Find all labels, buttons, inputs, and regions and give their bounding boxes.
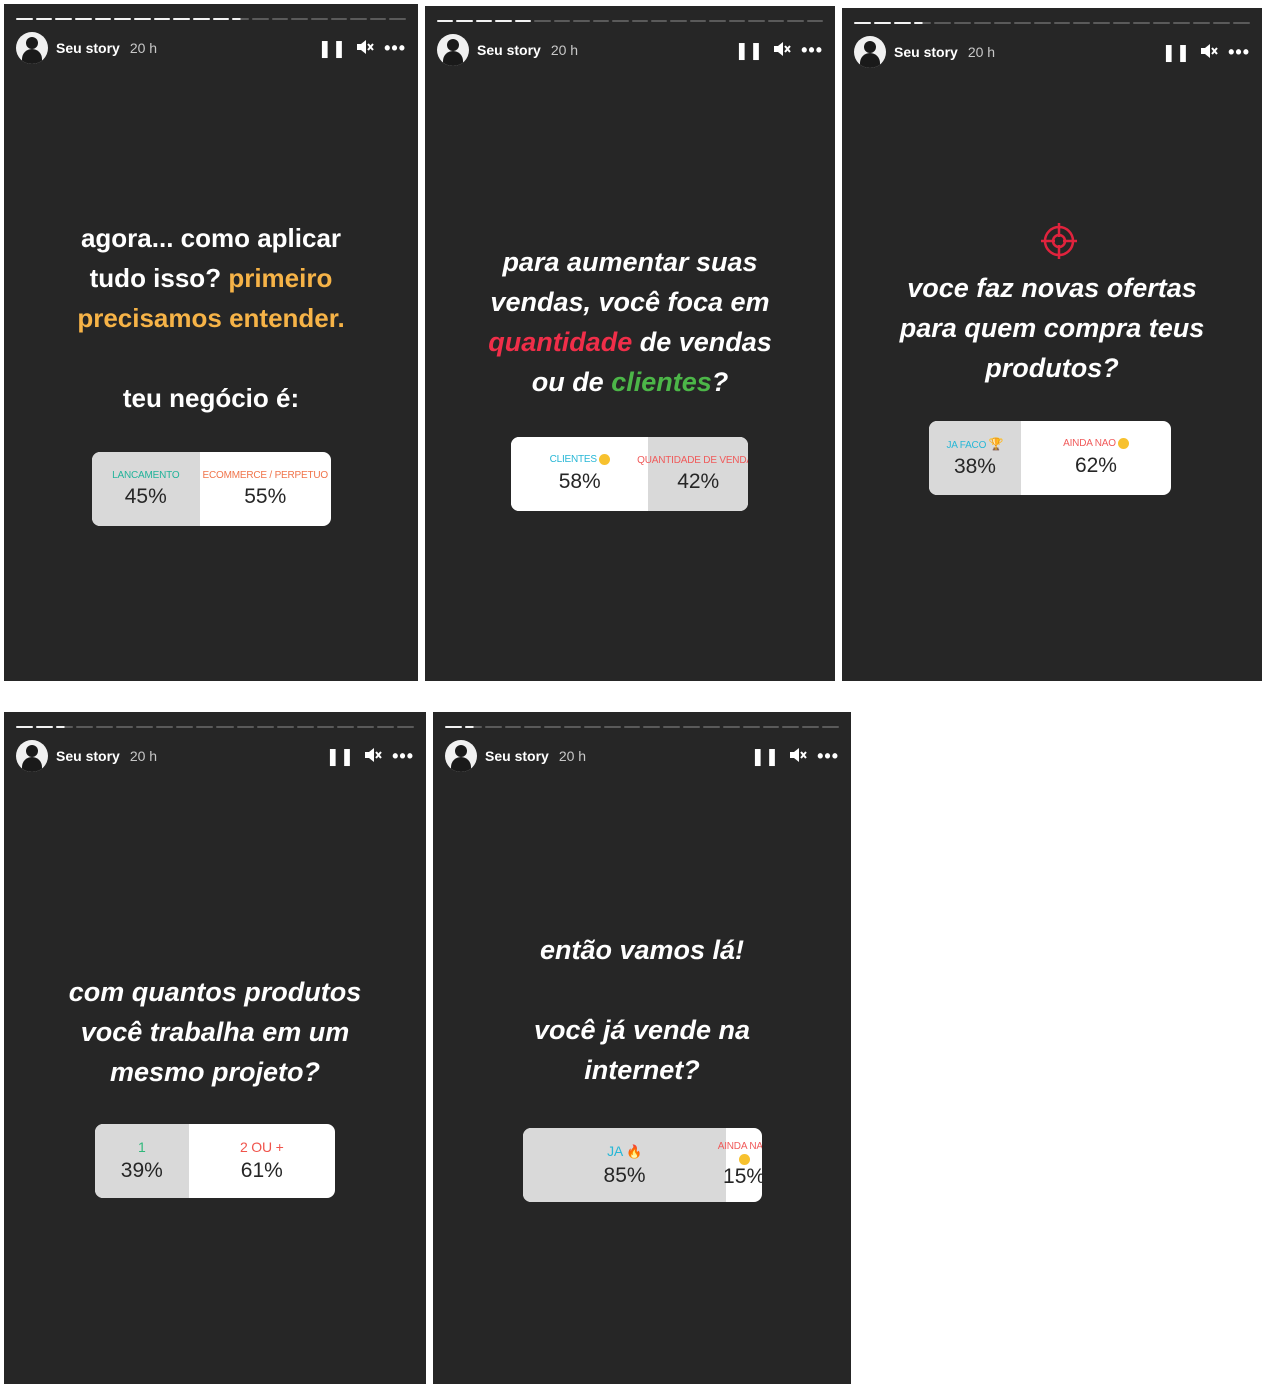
poll-option-b[interactable]: QUANTIDADE DE VENDAS 42% [637, 437, 748, 511]
story-username[interactable]: Seu story [477, 42, 541, 58]
pause-icon[interactable]: ❚❚ [751, 748, 780, 765]
poll-option-b[interactable]: ECOMMERCE / PERPETUO 55% [200, 452, 331, 526]
trophy-icon: 🏆 [988, 437, 1004, 451]
avatar[interactable] [854, 36, 886, 68]
poll-sticker[interactable]: CLIENTES 58% QUANTIDADE DE VENDAS 42% [511, 437, 748, 511]
poll-option-a[interactable]: LANCAMENTO 45% [92, 452, 200, 526]
story-progress-bar [854, 22, 1251, 24]
poll-sticker[interactable]: JA 🔥 85% AINDA NAO 15% [523, 1128, 762, 1202]
grin-emoji-icon [1117, 438, 1129, 450]
poll-option-b[interactable]: 2 OU + 61% [189, 1124, 335, 1198]
more-options-icon[interactable]: ••• [392, 747, 414, 765]
story-text: com quantos produtos você trabalha em um… [68, 977, 362, 1087]
more-options-icon[interactable]: ••• [384, 39, 406, 57]
poll-option-a[interactable]: CLIENTES 58% [511, 437, 648, 511]
target-icon [1040, 222, 1078, 265]
avatar[interactable] [16, 32, 48, 64]
avatar[interactable] [16, 740, 48, 772]
poll-option-b[interactable]: AINDA NAO 15% [718, 1128, 762, 1202]
story-time: 20 h [129, 40, 158, 56]
story-text: para aumentar suas vendas, você foca em … [488, 247, 772, 397]
story-username[interactable]: Seu story [56, 748, 120, 764]
story-progress-bar [445, 726, 839, 728]
story-progress-bar [16, 18, 407, 20]
story-header: Seu story 20 h ❚❚ ••• [445, 740, 839, 772]
story-header: Seu story 20 h ❚❚ ••• [16, 740, 414, 772]
grin-emoji-icon [738, 1154, 750, 1165]
poll-option-a[interactable]: JA FACO 🏆 38% [929, 421, 1021, 495]
story-time: 20 h [550, 42, 579, 58]
story-panel-2[interactable]: Seu story 20 h ❚❚ ••• para aumentar suas… [425, 6, 835, 681]
story-username[interactable]: Seu story [56, 40, 120, 56]
fire-icon: 🔥 [626, 1143, 642, 1159]
avatar[interactable] [437, 34, 469, 66]
mute-icon[interactable] [364, 747, 382, 766]
story-header: Seu story 20 h ❚❚ ••• [437, 34, 823, 66]
story-text: agora... como aplicar tudo isso? primeir… [77, 223, 345, 413]
poll-sticker[interactable]: JA FACO 🏆 38% AINDA NAO 62% [929, 421, 1171, 495]
story-progress-bar [437, 20, 824, 22]
poll-sticker[interactable]: LANCAMENTO 45% ECOMMERCE / PERPETUO 55% [92, 452, 331, 526]
mute-icon[interactable] [789, 747, 807, 766]
story-header: Seu story 20 h ❚❚ ••• [16, 32, 406, 64]
poll-option-a[interactable]: JA 🔥 85% [523, 1128, 726, 1202]
story-progress-bar [16, 726, 414, 728]
poll-option-a[interactable]: 1 39% [95, 1124, 189, 1198]
story-text: voce faz novas ofertas para quem compra … [899, 273, 1205, 383]
story-text: então vamos lá! você já vende na interne… [533, 935, 751, 1085]
story-panel-5[interactable]: Seu story 20 h ❚❚ ••• então vamos lá! vo… [433, 712, 851, 1384]
story-time: 20 h [967, 44, 996, 60]
smile-emoji-icon [598, 454, 610, 466]
mute-icon[interactable] [356, 39, 374, 58]
pause-icon[interactable]: ❚❚ [318, 40, 347, 57]
story-username[interactable]: Seu story [485, 748, 549, 764]
more-options-icon[interactable]: ••• [817, 747, 839, 765]
story-panel-3[interactable]: Seu story 20 h ❚❚ ••• voce faz novas ofe… [842, 8, 1262, 681]
story-username[interactable]: Seu story [894, 44, 958, 60]
pause-icon[interactable]: ❚❚ [735, 42, 764, 59]
mute-icon[interactable] [1200, 43, 1218, 62]
story-panel-1[interactable]: Seu story 20 h ❚❚ ••• agora... como apli… [4, 4, 418, 681]
poll-sticker[interactable]: 1 39% 2 OU + 61% [95, 1124, 335, 1198]
more-options-icon[interactable]: ••• [1228, 43, 1250, 61]
story-time: 20 h [129, 748, 158, 764]
more-options-icon[interactable]: ••• [801, 41, 823, 59]
avatar[interactable] [445, 740, 477, 772]
mute-icon[interactable] [773, 41, 791, 60]
story-time: 20 h [558, 748, 587, 764]
pause-icon[interactable]: ❚❚ [1162, 44, 1191, 61]
story-panel-4[interactable]: Seu story 20 h ❚❚ ••• com quantos produt… [4, 712, 426, 1384]
poll-option-b[interactable]: AINDA NAO 62% [1021, 421, 1171, 495]
pause-icon[interactable]: ❚❚ [326, 748, 355, 765]
story-header: Seu story 20 h ❚❚ ••• [854, 36, 1250, 68]
